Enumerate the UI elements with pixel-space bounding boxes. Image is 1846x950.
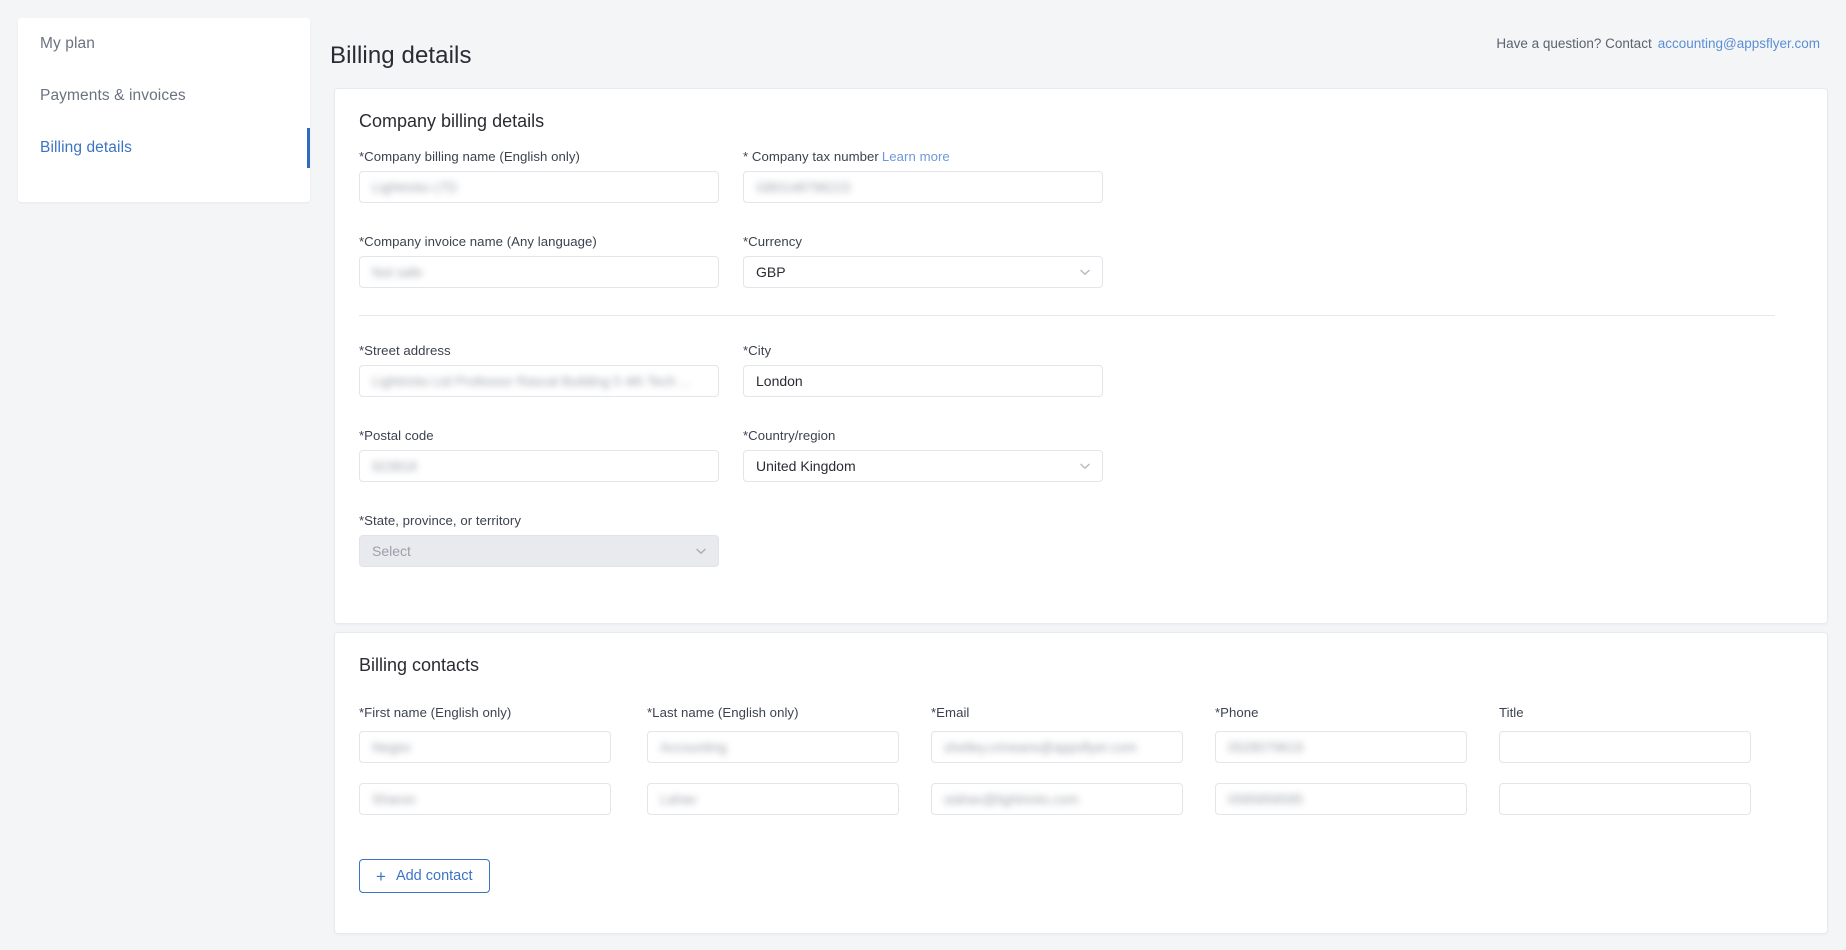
sidebar-item-label: Billing details bbox=[40, 139, 132, 157]
sidebar-item-my-plan[interactable]: My plan bbox=[18, 18, 310, 70]
billing-contacts-card: Billing contacts *First name (English on… bbox=[334, 632, 1828, 934]
contacts-column-title: Title bbox=[1499, 705, 1751, 727]
contact-first-name-input[interactable]: Sharon bbox=[359, 783, 611, 815]
street-address-value: Lightricks Ltd Professor Rascal Building… bbox=[372, 374, 691, 389]
billing-details-page: My plan Payments & invoices Billing deta… bbox=[0, 0, 1846, 950]
contacts-column-phone: *Phone bbox=[1215, 705, 1467, 727]
accounting-email-link[interactable]: accounting@appsflyer.com bbox=[1658, 36, 1820, 51]
column-header: *Email bbox=[931, 705, 1183, 720]
company-tax-number-value: GB0148796215 bbox=[756, 180, 851, 195]
field-postal-code: *Postal code 923818 bbox=[359, 428, 719, 482]
field-label: *Postal code bbox=[359, 428, 719, 443]
contact-help-line: Have a question? Contact accounting@appsf… bbox=[1496, 36, 1820, 51]
company-invoice-name-value: Not safe bbox=[372, 265, 422, 280]
contact-last-name-input[interactable]: Lahav bbox=[647, 783, 899, 815]
field-label: *Currency bbox=[743, 234, 1103, 249]
field-label: *City bbox=[743, 343, 1103, 358]
field-company-invoice-name: *Company invoice name (Any language) Not… bbox=[359, 234, 719, 288]
field-label: *Street address bbox=[359, 343, 719, 358]
learn-more-link[interactable]: Learn more bbox=[882, 149, 950, 164]
currency-value: GBP bbox=[756, 264, 786, 280]
field-label: *Company invoice name (Any language) bbox=[359, 234, 719, 249]
contacts-column-last-name: *Last name (English only) bbox=[647, 705, 899, 727]
postal-code-input[interactable]: 923818 bbox=[359, 450, 719, 482]
contact-title-input[interactable] bbox=[1499, 783, 1751, 815]
field-label: * Company tax numberLearn more bbox=[743, 149, 1103, 164]
field-label: *Country/region bbox=[743, 428, 1103, 443]
contact-email-input[interactable]: siahav@lightricks.com bbox=[931, 783, 1183, 815]
field-street-address: *Street address Lightricks Ltd Professor… bbox=[359, 343, 719, 397]
add-contact-label: Add contact bbox=[396, 868, 473, 884]
contact-first-name-input[interactable]: Negev bbox=[359, 731, 611, 763]
chevron-down-icon bbox=[1079, 266, 1091, 278]
field-company-billing-name: *Company billing name (English only) Lig… bbox=[359, 149, 719, 203]
state-province-placeholder: Select bbox=[372, 543, 411, 559]
sidebar-item-label: Payments & invoices bbox=[40, 87, 186, 105]
field-label-text: * Company tax number bbox=[743, 149, 879, 164]
company-billing-name-input[interactable]: Lightricks LTD bbox=[359, 171, 719, 203]
contact-phone-value: 0585858585 bbox=[1228, 792, 1303, 807]
contact-first-name-value: Sharon bbox=[372, 792, 416, 807]
state-province-select[interactable]: Select bbox=[359, 535, 719, 567]
field-currency: *Currency GBP bbox=[743, 234, 1103, 288]
add-contact-button[interactable]: + Add contact bbox=[359, 859, 490, 893]
contact-last-name-value: Accounting bbox=[660, 740, 727, 755]
column-header: *Last name (English only) bbox=[647, 705, 899, 720]
page-title: Billing details bbox=[330, 42, 472, 70]
field-company-tax-number: * Company tax numberLearn more GB0148796… bbox=[743, 149, 1103, 203]
contact-title-input[interactable] bbox=[1499, 731, 1751, 763]
sidebar-item-billing-details[interactable]: Billing details bbox=[18, 122, 310, 174]
company-tax-number-input[interactable]: GB0148796215 bbox=[743, 171, 1103, 203]
card-divider bbox=[359, 315, 1775, 316]
contact-help-text: Have a question? Contact bbox=[1496, 36, 1651, 51]
company-invoice-name-input[interactable]: Not safe bbox=[359, 256, 719, 288]
city-value: London bbox=[756, 373, 803, 389]
country-region-select[interactable]: United Kingdom bbox=[743, 450, 1103, 482]
company-billing-details-card: Company billing details *Company billing… bbox=[334, 88, 1828, 624]
contacts-column-first-name: *First name (English only) bbox=[359, 705, 611, 727]
field-state-province: *State, province, or territory Select bbox=[359, 513, 719, 567]
field-city: *City London bbox=[743, 343, 1103, 397]
contact-first-name-value: Negev bbox=[372, 740, 411, 755]
postal-code-value: 923818 bbox=[372, 459, 417, 474]
city-input[interactable]: London bbox=[743, 365, 1103, 397]
currency-select[interactable]: GBP bbox=[743, 256, 1103, 288]
contact-email-value: shelley.crineans@appsflyer.com bbox=[944, 740, 1137, 755]
company-billing-name-value: Lightricks LTD bbox=[372, 180, 457, 195]
country-region-value: United Kingdom bbox=[756, 458, 856, 474]
field-label: *State, province, or territory bbox=[359, 513, 719, 528]
plus-icon: + bbox=[376, 868, 386, 885]
sidebar-item-payments-invoices[interactable]: Payments & invoices bbox=[18, 70, 310, 122]
contacts-column-email: *Email bbox=[931, 705, 1183, 727]
contact-phone-input[interactable]: 0585858585 bbox=[1215, 783, 1467, 815]
sidebar-item-label: My plan bbox=[40, 35, 95, 53]
field-country-region: *Country/region United Kingdom bbox=[743, 428, 1103, 482]
contact-phone-input[interactable]: 0528079619 bbox=[1215, 731, 1467, 763]
billing-contacts-title: Billing contacts bbox=[359, 655, 479, 676]
settings-sidebar: My plan Payments & invoices Billing deta… bbox=[18, 18, 310, 202]
contact-email-value: siahav@lightricks.com bbox=[944, 792, 1079, 807]
contact-phone-value: 0528079619 bbox=[1228, 740, 1303, 755]
column-header: *First name (English only) bbox=[359, 705, 611, 720]
chevron-down-icon bbox=[1079, 460, 1091, 472]
field-label: *Company billing name (English only) bbox=[359, 149, 719, 164]
contact-email-input[interactable]: shelley.crineans@appsflyer.com bbox=[931, 731, 1183, 763]
chevron-down-icon bbox=[695, 545, 707, 557]
company-billing-title: Company billing details bbox=[359, 111, 544, 132]
street-address-input[interactable]: Lightricks Ltd Professor Rascal Building… bbox=[359, 365, 719, 397]
column-header: *Phone bbox=[1215, 705, 1467, 720]
column-header: Title bbox=[1499, 705, 1751, 720]
contact-last-name-input[interactable]: Accounting bbox=[647, 731, 899, 763]
contact-last-name-value: Lahav bbox=[660, 792, 697, 807]
